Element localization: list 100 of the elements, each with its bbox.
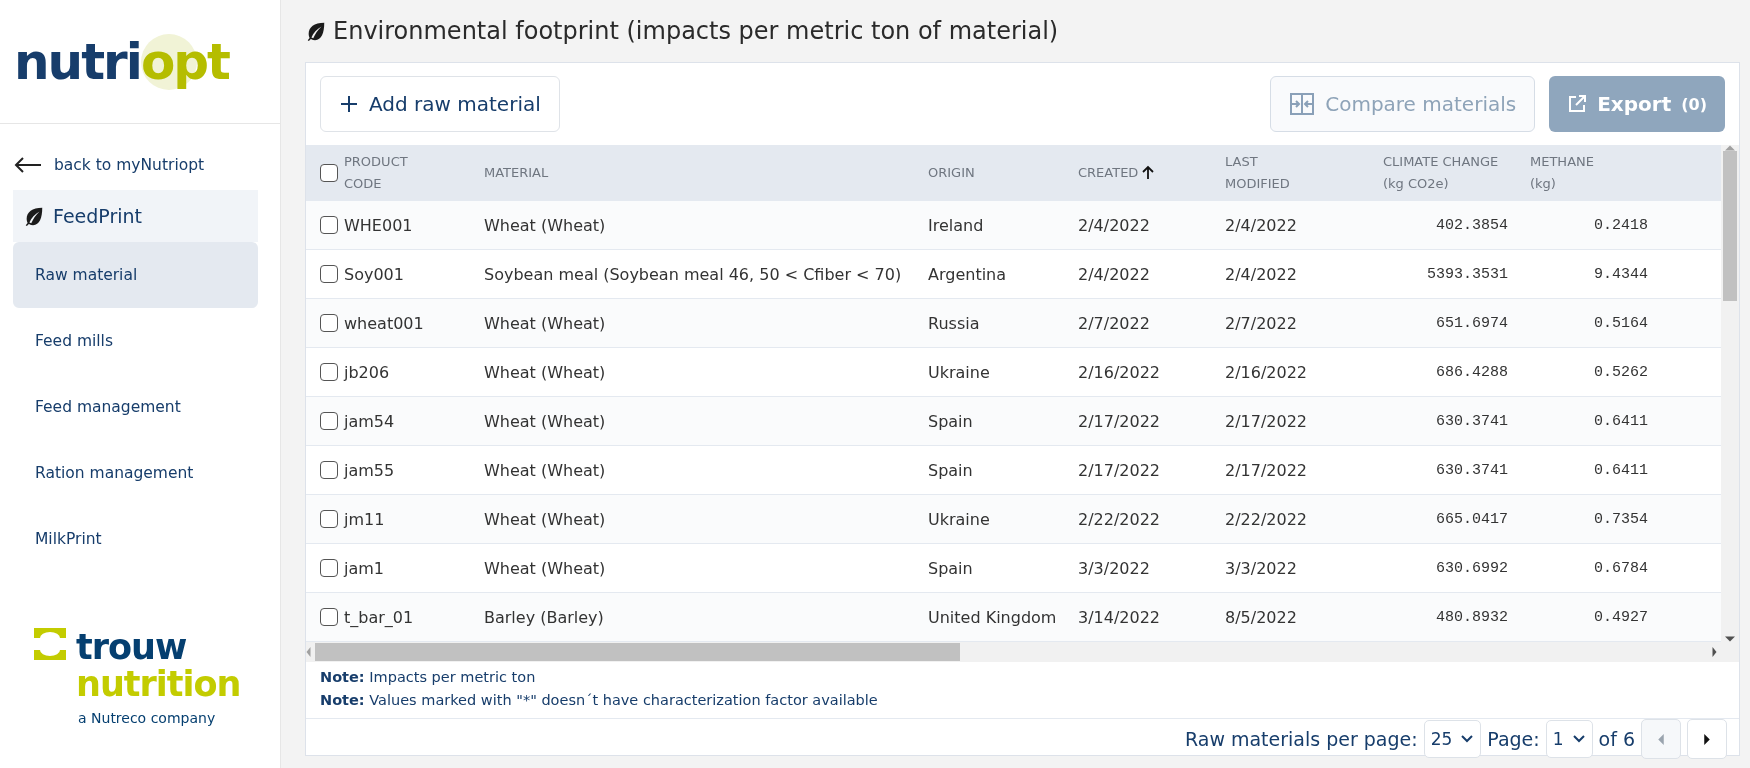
checkbox[interactable] [320,265,338,283]
caret-left-icon [1658,733,1664,745]
nav-item[interactable]: Raw material [13,242,258,308]
column-header[interactable]: LAST MODIFIED [1225,151,1373,195]
table-cell-text: Ireland [928,215,985,235]
table-cell-text: 3/14/2022 [1078,607,1162,627]
nutriopt-logo: nutriopt [14,31,231,93]
table-cell-text: Argentina [928,264,1008,284]
table-cell-text: 8/5/2022 [1225,607,1298,627]
table-cell-text: Soybean meal (Soybean meal 46, 50 < Cfiber < 70) [484,264,903,284]
table-cell-text: Wheat (Wheat) [484,509,607,529]
table-cell-text: Spain [928,411,974,431]
leaf-icon [23,205,45,227]
table-cell-text: 2/4/2022 [1078,264,1151,284]
table-cell-text: t_bar_01 [344,607,415,627]
table-cell-text: Wheat (Wheat) [484,215,607,235]
column-header[interactable]: CLIMATE CHANGE (kg CO2e) [1373,151,1520,195]
table-cell-text: 2/22/2022 [1078,509,1162,529]
external-link-icon [1567,94,1588,114]
note-text: Note: Impacts per metric ton [320,668,537,687]
table-cell-text: WHE001 [344,215,414,235]
table-cell-text: 630.3741 [1435,461,1509,479]
horizontal-scrollbar[interactable] [306,642,1739,662]
table-cell-text: 0.4927 [1593,608,1649,626]
column-header[interactable]: CREATED [1078,162,1225,184]
per-page-label: Raw materials per page: [1184,728,1418,750]
table-cell-text: Barley (Barley) [484,607,605,627]
table-cell-text: 0.5164 [1593,314,1649,332]
checkbox[interactable] [320,314,338,332]
add-raw-material-button[interactable]: Add raw material [320,76,560,132]
table-cell-text: Spain [928,558,974,578]
checkbox[interactable] [320,363,338,381]
table-cell-text: 9.4344 [1593,265,1649,283]
trouw-nutrition-logo: trouw nutrition a Nutreco company [0,624,280,726]
caret-right-icon [1704,733,1710,745]
scroll-thumb[interactable] [315,643,960,661]
table-cell-text: 2/16/2022 [1225,362,1309,382]
section-header: FeedPrint [13,190,258,242]
page-title: Environmental footprint (impacts per metric ton of material) [333,17,1059,45]
table-cell-text: jam54 [344,411,396,431]
table-cell-text: 0.6411 [1593,461,1649,479]
table-cell-text: 0.5262 [1593,363,1649,381]
table-cell-text: jam1 [344,558,385,578]
table-cell-text: 2/7/2022 [1225,313,1298,333]
table-cell-text: jam55 [344,460,396,480]
table-cell-text: 3/3/2022 [1078,558,1151,578]
table-cell-text: 402.3854 [1435,216,1509,234]
table-cell-text: United Kingdom [928,607,1058,627]
checkbox[interactable] [320,608,338,626]
table-cell-text: Wheat (Wheat) [484,411,607,431]
page-count: of 6 [1598,728,1635,750]
back-link[interactable]: back to myNutriopt [14,156,280,174]
table-cell-text: jm11 [344,509,386,529]
table-cell-text: 480.8932 [1435,608,1509,626]
table-cell-text: Ukraine [928,362,991,382]
plus-icon [339,94,359,114]
table-cell-text: Ukraine [928,509,991,529]
checkbox[interactable] [320,164,338,182]
page-select[interactable]: 1 [1545,720,1593,758]
table-cell-text: 2/17/2022 [1225,411,1309,431]
nav-item[interactable]: Ration management [13,440,258,506]
vertical-scrollbar[interactable] [1721,145,1739,642]
nav-item[interactable]: Feed management [13,374,258,440]
table-cell-text: 665.0417 [1435,510,1509,528]
chevron-down-icon [1571,734,1586,744]
nav-item[interactable]: MilkPrint [13,506,258,572]
arrow-left-icon [14,157,42,173]
table-cell-text: 2/17/2022 [1225,460,1309,480]
table-cell-text: 2/4/2022 [1225,264,1298,284]
next-page-button[interactable] [1687,719,1727,759]
table-cell-text: 0.6784 [1593,559,1649,577]
table-cell-text: Soy001 [344,264,405,284]
column-header[interactable]: METHANE (kg) [1520,151,1660,195]
table-cell-text: 0.2418 [1593,216,1649,234]
checkbox[interactable] [320,559,338,577]
nav-item[interactable]: Feed mills [13,308,258,374]
table-cell-text: wheat001 [344,313,425,333]
checkbox[interactable] [320,216,338,234]
table-cell-text: 2/22/2022 [1225,509,1309,529]
per-page-select[interactable]: 25 [1423,720,1482,758]
table-cell-text: 2/16/2022 [1078,362,1162,382]
checkbox[interactable] [320,412,338,430]
leaf-icon [305,20,327,42]
column-header[interactable]: ORIGIN [928,162,1078,184]
checkbox[interactable] [320,510,338,528]
table-cell-text: 630.3741 [1435,412,1509,430]
scroll-thumb[interactable] [1723,151,1737,301]
table-cell-text: 2/4/2022 [1078,215,1151,235]
compare-icon [1289,92,1316,116]
table-cell-text: 630.6992 [1435,559,1509,577]
table-cell-text: Russia [928,313,981,333]
table-cell-text: 2/7/2022 [1078,313,1151,333]
table-cell-text: 2/4/2022 [1225,215,1298,235]
table-cell-text: Wheat (Wheat) [484,313,607,333]
checkbox[interactable] [320,461,338,479]
column-header[interactable]: PRODUCT CODE [344,151,484,195]
scroll-right-icon[interactable] [1712,647,1717,657]
column-header[interactable]: MATERIAL [484,162,928,184]
table-cell-text: Wheat (Wheat) [484,460,607,480]
table-cell-text: 0.6411 [1593,412,1649,430]
